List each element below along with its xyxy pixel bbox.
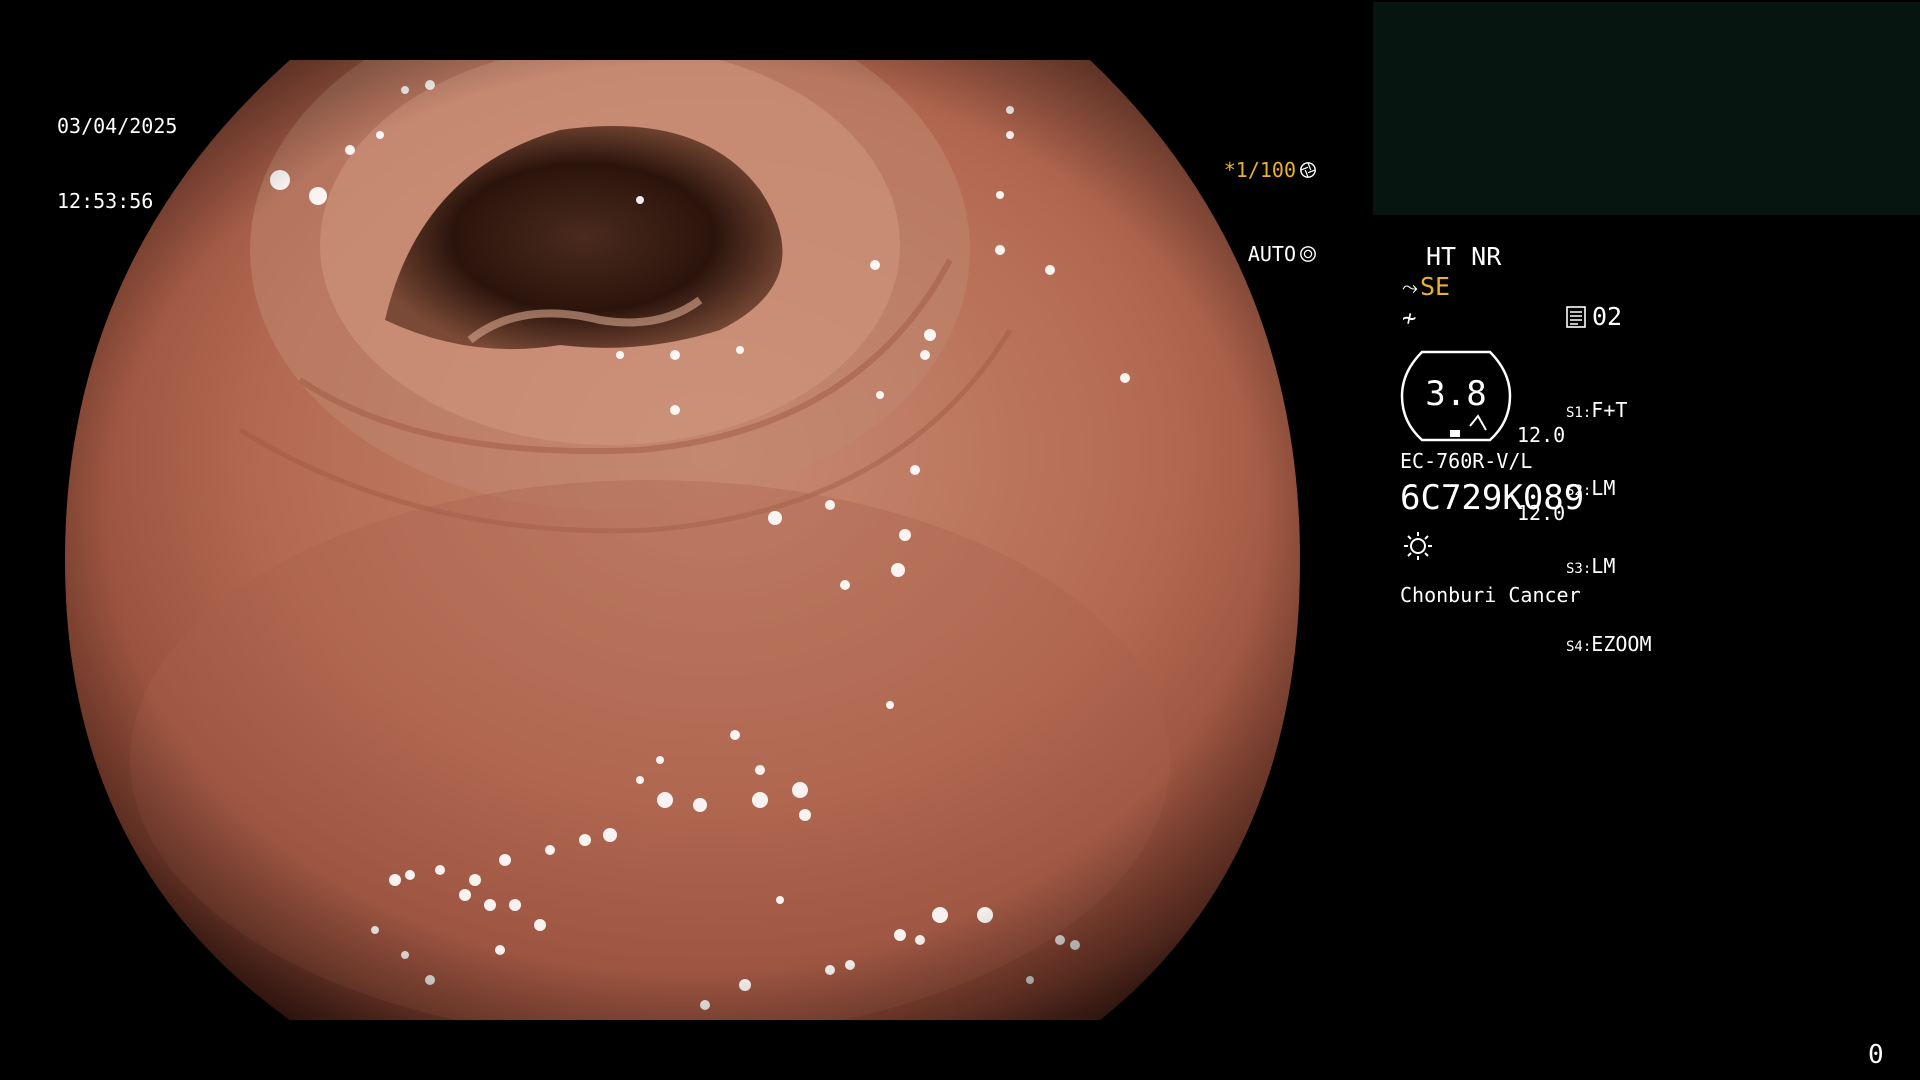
gauge-side-value: 12.0 (1517, 423, 1566, 447)
preview-panel (1373, 2, 1920, 215)
switch-row: S3:LM (1566, 554, 1616, 578)
light-source-icon (1404, 532, 1432, 560)
shutter-icon (1300, 162, 1316, 178)
enhancement-modes: HT NR (1426, 242, 1502, 271)
scope-tip-icon: ⤳ (1402, 274, 1418, 299)
memory-icon (1566, 305, 1586, 328)
memory-indicator: 02 (1566, 302, 1622, 331)
freeze-icon: ≁ (1402, 304, 1417, 332)
shutter-speed: *1/100 (1223, 158, 1296, 182)
switch-row: S4:EZOOM (1566, 632, 1652, 656)
endoscope-image (65, 60, 1300, 1020)
iris-icon (1300, 246, 1316, 262)
time-text: 12:53:56 (57, 189, 154, 213)
scope-serial: 6C729K089 (1400, 478, 1585, 518)
exposure-settings: *1/100 AUTO (1224, 100, 1317, 296)
date-time: 03/04/2025 12:53:56 (57, 64, 177, 239)
structure-enhancement: ⤳ SE (1402, 272, 1450, 301)
se-label: SE (1420, 272, 1451, 301)
frame-counter: 0 (1868, 1040, 1884, 1070)
date-text: 03/04/2025 (57, 114, 178, 138)
scope-model: EC-760R-V/L (1400, 449, 1533, 473)
gauge-value: 3.8 (1425, 374, 1487, 414)
switch-row: S1:F+T (1566, 398, 1628, 422)
memory-label: 02 (1592, 302, 1623, 331)
institution-name: Chonburi Cancer (1400, 583, 1581, 607)
iris-mode: AUTO (1247, 242, 1296, 266)
